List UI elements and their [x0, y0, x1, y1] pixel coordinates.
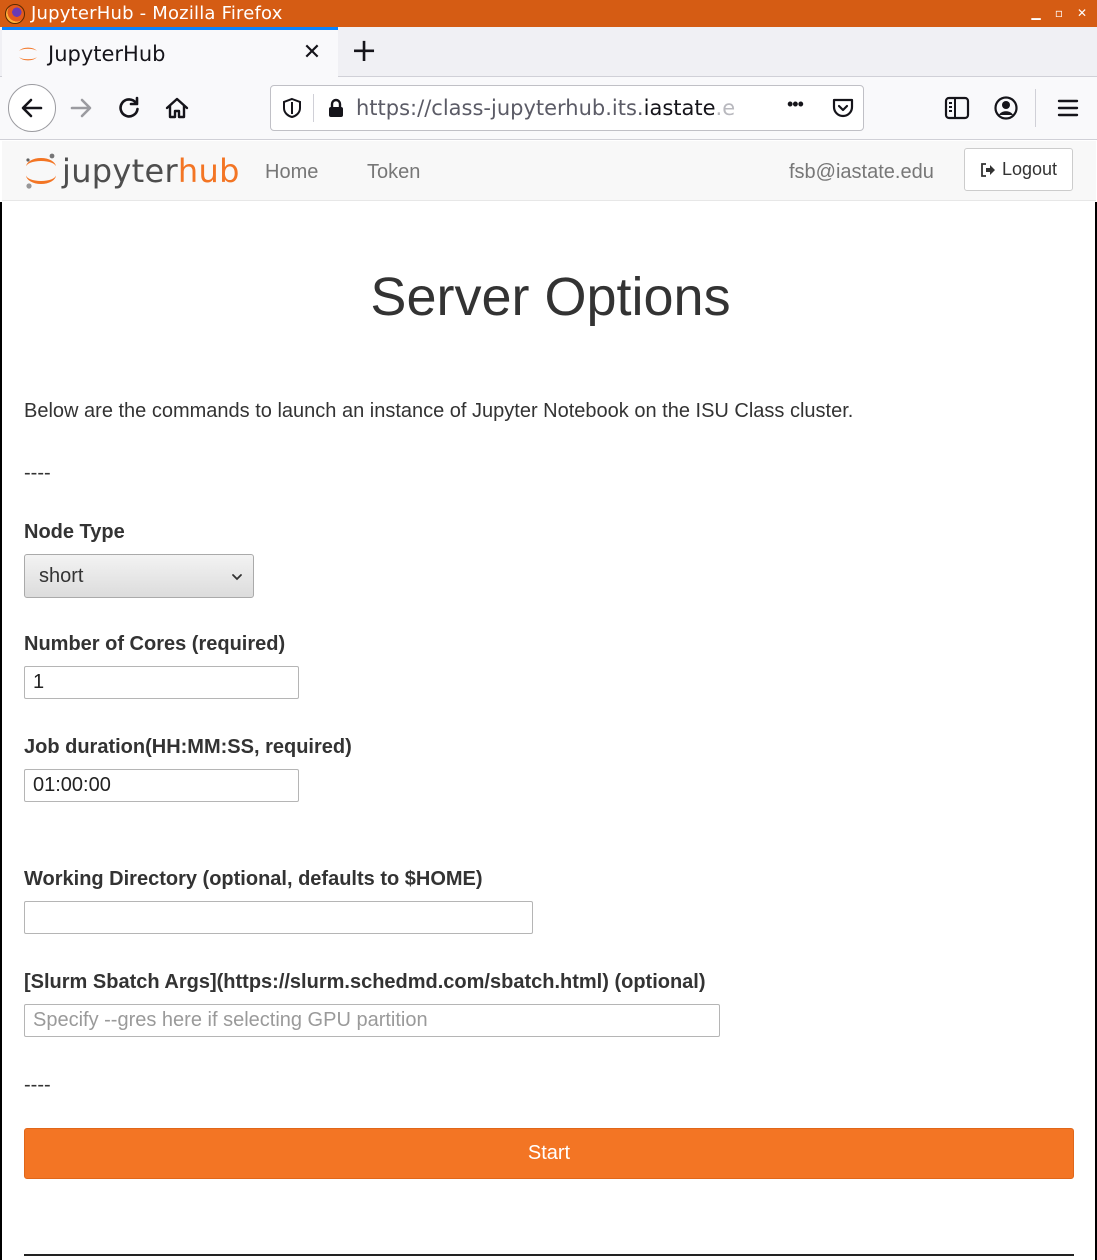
home-icon: [165, 97, 189, 119]
home-button[interactable]: [154, 85, 200, 131]
chevron-down-icon: [232, 574, 242, 581]
nav-token-link[interactable]: Token: [367, 161, 420, 184]
main-content: Server Options Below are the commands to…: [0, 202, 1097, 1260]
logo-text-hub: hub: [177, 152, 240, 190]
separator-bottom: ----: [24, 1074, 51, 1096]
reload-icon: [119, 96, 139, 118]
new-tab-icon[interactable]: +: [348, 34, 380, 67]
cores-input[interactable]: 1: [24, 666, 299, 699]
nav-toolbar: https://class-jupyterhub.its.iastate.e •…: [0, 77, 1097, 140]
node-type-select[interactable]: short: [24, 554, 254, 598]
user-email: fsb@iastate.edu: [789, 161, 934, 183]
jupyter-logo-icon: [26, 153, 56, 189]
nav-home-link[interactable]: Home: [265, 161, 318, 184]
close-window-icon[interactable]: ✕: [1073, 4, 1091, 22]
sbatch-input[interactable]: Specify --gres here if selecting GPU par…: [24, 1004, 720, 1037]
bottom-border: [24, 1254, 1074, 1256]
start-button[interactable]: Start: [24, 1128, 1074, 1179]
forward-button[interactable]: [58, 85, 104, 131]
sbatch-label: [Slurm Sbatch Args](https://slurm.schedm…: [24, 971, 706, 993]
sign-out-icon: [981, 162, 995, 177]
jupyterhub-header: jupyter hub Home Token fsb@iastate.edu Lo…: [2, 141, 1096, 201]
page-actions-menu-icon[interactable]: •••: [787, 94, 804, 115]
back-button[interactable]: [8, 84, 56, 132]
browser-tab[interactable]: JupyterHub ✕: [2, 27, 338, 77]
firefox-icon: [5, 3, 25, 24]
window-titlebar: JupyterHub - Mozilla Firefox ▁ ▫ ✕: [0, 0, 1097, 27]
node-type-value: short: [39, 564, 84, 587]
url-text[interactable]: https://class-jupyterhub.its.iastate.e: [356, 96, 735, 120]
page-title: Server Options: [370, 267, 731, 327]
logo-text-jupyter: jupyter: [62, 152, 178, 190]
account-icon[interactable]: [993, 95, 1019, 121]
forward-arrow-icon: [70, 98, 92, 118]
logout-button[interactable]: Logout: [964, 148, 1073, 191]
separator-top: ----: [24, 462, 51, 484]
jupyter-favicon-icon: [19, 47, 37, 60]
maximize-icon[interactable]: ▫: [1050, 4, 1068, 22]
workdir-label: Working Directory (optional, defaults to…: [24, 868, 483, 890]
intro-text: Below are the commands to launch an inst…: [24, 400, 854, 422]
tab-close-icon[interactable]: ✕: [300, 41, 324, 65]
workdir-input[interactable]: [24, 901, 533, 934]
tab-title: JupyterHub: [48, 41, 166, 66]
lock-icon[interactable]: [326, 97, 346, 119]
pocket-icon[interactable]: [831, 96, 855, 120]
back-arrow-icon: [21, 98, 43, 118]
window-title: JupyterHub - Mozilla Firefox: [31, 3, 283, 24]
tab-strip: JupyterHub ✕ +: [0, 27, 1097, 77]
minimize-icon[interactable]: ▁: [1027, 4, 1045, 22]
address-bar[interactable]: https://class-jupyterhub.its.iastate.e •…: [270, 85, 864, 131]
shield-icon[interactable]: [281, 97, 303, 119]
node-type-label: Node Type: [24, 521, 125, 543]
duration-label: Job duration(HH:MM:SS, required): [24, 736, 352, 758]
logout-label: Logout: [1001, 159, 1058, 179]
duration-input[interactable]: 01:00:00: [24, 769, 299, 802]
reload-button[interactable]: [106, 85, 152, 131]
cores-label: Number of Cores (required): [24, 633, 286, 655]
hamburger-menu-icon[interactable]: [1056, 96, 1080, 120]
sidebar-icon[interactable]: [944, 95, 970, 121]
jupyterhub-logo[interactable]: jupyter hub: [24, 149, 240, 193]
